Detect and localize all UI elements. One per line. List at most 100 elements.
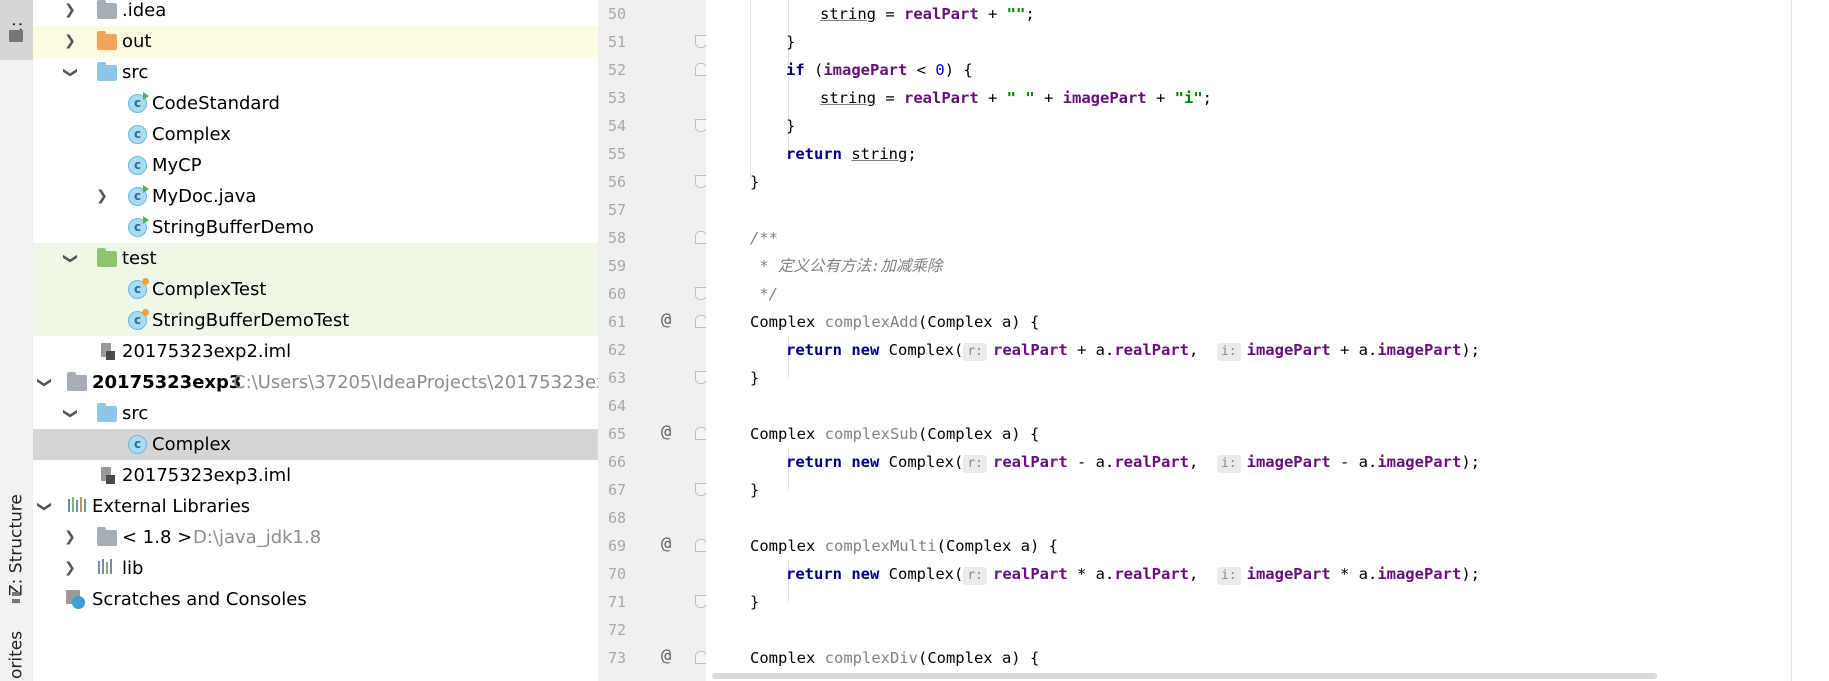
code-token: * a. (1330, 565, 1378, 583)
code-line-59[interactable]: * 定义公有方法:加减乘除 (750, 252, 942, 280)
tree-row-external-libraries[interactable]: ❯ External Libraries (33, 491, 598, 522)
code-token: Complex (750, 425, 825, 443)
jdk-path: D:\java_jdk1.8 (193, 527, 322, 548)
line-number: 57 (607, 201, 626, 219)
tree-row-codestandard[interactable]: c CodeStandard (33, 88, 598, 119)
parameter-hint: i: (1216, 567, 1241, 585)
override-marker-icon[interactable]: @ (661, 642, 671, 670)
code-line-53[interactable]: string = realPart + " " + imagePart + "i… (820, 84, 1212, 112)
code-line-69[interactable]: Complex complexMulti(Complex a) { (750, 532, 1058, 560)
override-marker-icon[interactable]: @ (661, 418, 671, 446)
chevron-right-icon[interactable]: ❯ (63, 0, 77, 26)
code-line-71[interactable]: } (750, 588, 759, 616)
code-line-51[interactable]: } (786, 28, 795, 56)
line-number: 66 (607, 453, 626, 471)
chevron-down-icon[interactable]: ❯ (33, 376, 60, 390)
tree-row-idea[interactable]: ❯ .idea (33, 0, 598, 26)
chevron-right-icon[interactable]: ❯ (95, 181, 109, 212)
code-token: realPart (993, 341, 1068, 359)
code-token: Complex( (879, 565, 964, 583)
code-token: imagePart (1377, 453, 1462, 471)
code-token: return (786, 145, 842, 163)
tree-row-mydoc[interactable]: ❯ c MyDoc.java (33, 181, 598, 212)
code-line-56[interactable]: } (750, 168, 759, 196)
chevron-down-icon[interactable]: ❯ (33, 500, 60, 514)
code-line-63[interactable]: } (750, 364, 759, 392)
tree-row-complex[interactable]: c Complex (33, 119, 598, 150)
tree-item-label: lib (122, 558, 144, 579)
tree-row-out[interactable]: ❯ out (33, 26, 598, 57)
chevron-right-icon[interactable]: ❯ (63, 522, 77, 553)
code-token: return (786, 341, 842, 359)
tree-row-exp2-iml[interactable]: 20175323exp2.iml (33, 336, 598, 367)
tree-row-stringbufferdemo[interactable]: c StringBufferDemo (33, 212, 598, 243)
code-line-67[interactable]: } (750, 476, 759, 504)
code-token: ); (1461, 341, 1480, 359)
tree-row-exp3-iml[interactable]: 20175323exp3.iml (33, 460, 598, 491)
code-line-70[interactable]: return new Complex(r: realPart * a.realPa… (786, 560, 1480, 588)
horizontal-scrollbar[interactable] (712, 673, 1657, 679)
code-line-58[interactable]: /** (750, 224, 778, 252)
code-line-55[interactable]: return string; (786, 140, 917, 168)
jdk-icon (97, 527, 117, 546)
code-token: realPart (993, 565, 1068, 583)
tree-row-src[interactable]: ❯ src (33, 398, 598, 429)
code-token: ; (1202, 89, 1212, 107)
tree-row-lib[interactable]: ❯ lib (33, 553, 598, 584)
tree-item-label: ComplexTest (152, 279, 267, 300)
tree-row-stringbufferdemotest[interactable]: c StringBufferDemoTest (33, 305, 598, 336)
code-token: 0 (935, 61, 945, 79)
tree-row-scratches[interactable]: Scratches and Consoles (33, 584, 598, 615)
code-line-62[interactable]: return new Complex(r: realPart + a.realPa… (786, 336, 1480, 364)
tree-row-complex-selected[interactable]: c Complex (33, 429, 598, 460)
line-number: 68 (607, 509, 626, 527)
tree-item-label: 20175323exp2.iml (122, 341, 292, 362)
line-number: 71 (607, 593, 626, 611)
code-line-65[interactable]: Complex complexSub(Complex a) { (750, 420, 1039, 448)
chevron-down-icon[interactable]: ❯ (55, 66, 86, 80)
tree-item-label: External Libraries (92, 496, 251, 517)
tree-item-label: CodeStandard (152, 93, 280, 114)
code-token: + (978, 5, 1007, 23)
project-tree[interactable]: ❯ .idea ❯ out ❯ src c CodeStandard c Com… (33, 0, 599, 681)
editor-gutter[interactable]: 50 51 52 53 54 55 56 57 58 59 60 61 62 6… (598, 0, 707, 681)
tree-row-src[interactable]: ❯ src (33, 57, 598, 88)
override-marker-icon[interactable]: @ (661, 306, 671, 334)
code-line-66[interactable]: return new Complex(r: realPart - a.realPa… (786, 448, 1480, 476)
line-number: 56 (607, 173, 626, 191)
chevron-down-icon[interactable]: ❯ (55, 252, 86, 266)
code-token: (Complex a) { (917, 313, 1040, 331)
tool-window-strip: 1: Z: Structure orites (0, 0, 34, 681)
structure-icon (9, 592, 23, 604)
tree-row-test[interactable]: ❯ test (33, 243, 598, 274)
code-token: realPart (1114, 341, 1189, 359)
chevron-down-icon[interactable]: ❯ (55, 407, 86, 421)
code-token: string (820, 5, 876, 23)
code-token: Complex( (879, 341, 964, 359)
tree-item-label: src (122, 403, 149, 424)
code-token: Complex (750, 649, 825, 667)
code-line-52[interactable]: if (imagePart < 0) { (786, 56, 973, 84)
line-number: 64 (607, 397, 626, 415)
code-line-73[interactable]: Complex complexDiv(Complex a) { (750, 644, 1039, 672)
code-token: (Complex a) { (917, 425, 1040, 443)
code-editor[interactable]: string = realPart + ""; } if (imagePart … (706, 0, 1791, 681)
code-token: - a. (1330, 453, 1378, 471)
chevron-right-icon[interactable]: ❯ (63, 553, 77, 584)
tree-row-mycp[interactable]: c MyCP (33, 150, 598, 181)
parameter-hint: i: (1216, 455, 1241, 473)
code-line-50[interactable]: string = realPart + ""; (820, 0, 1035, 28)
chevron-right-icon[interactable]: ❯ (63, 26, 77, 57)
tree-row-complextest[interactable]: c ComplexTest (33, 274, 598, 305)
favorites-tool-tab[interactable]: orites (0, 628, 33, 681)
tree-row-jdk[interactable]: ❯ < 1.8 > D:\java_jdk1.8 (33, 522, 598, 553)
tree-row-exp3-module[interactable]: ❯ 20175323exp3 C:\Users\37205\IdeaProjec… (33, 367, 598, 398)
override-marker-icon[interactable]: @ (661, 530, 671, 558)
code-token: new (851, 453, 880, 471)
code-line-60[interactable]: */ (750, 280, 778, 308)
tree-item-label: 20175323exp3 (92, 372, 242, 393)
parameter-hint: r: (963, 455, 987, 473)
code-line-61[interactable]: Complex complexAdd(Complex a) { (750, 308, 1039, 336)
code-line-54[interactable]: } (786, 112, 795, 140)
structure-tool-tab[interactable]: Z: Structure (0, 480, 33, 610)
